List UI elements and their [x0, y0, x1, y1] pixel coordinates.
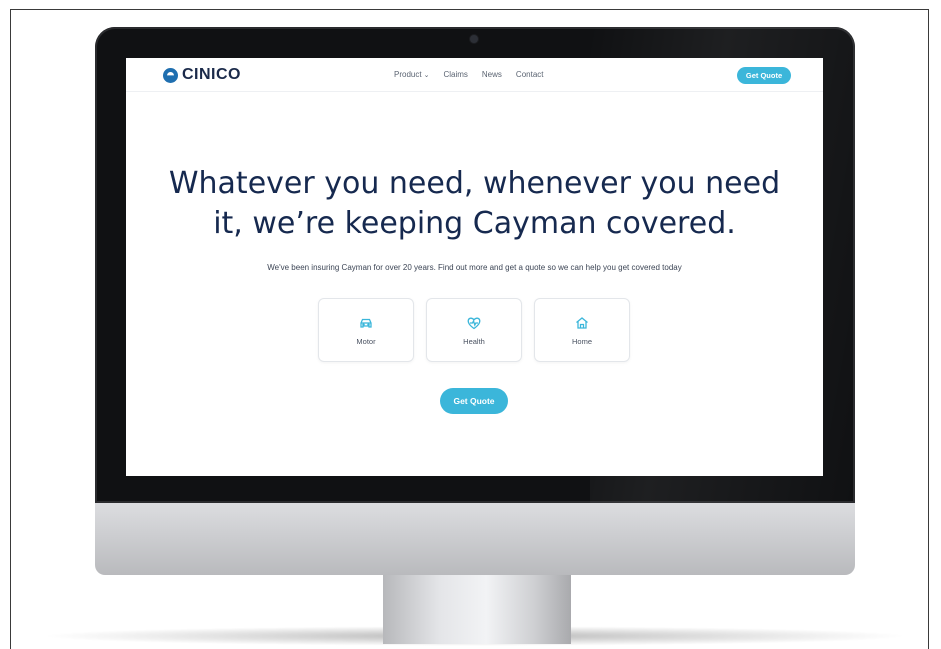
main-menu: Product ⌄ Claims News Contact — [394, 70, 544, 79]
product-cards: Motor Health Home — [318, 298, 630, 362]
chevron-down-icon: ⌄ — [423, 72, 430, 79]
hero-title: Whatever you need, whenever you need it,… — [126, 164, 823, 244]
product-card-label: Home — [571, 336, 592, 346]
monitor-stand — [383, 575, 571, 644]
hero-title-line2: it, we’re keeping Cayman covered. — [213, 206, 736, 241]
brand-logo[interactable]: CINICO — [163, 66, 241, 84]
house-icon — [576, 316, 588, 329]
hero-title-line1: Whatever you need, whenever you need — [168, 166, 781, 201]
monitor-chin — [95, 503, 855, 575]
product-card-home[interactable]: Home — [534, 298, 630, 362]
product-card-health[interactable]: Health — [426, 298, 522, 362]
car-icon — [360, 318, 372, 328]
nav-get-quote-button[interactable]: Get Quote — [737, 67, 791, 84]
heart-pulse-icon — [467, 317, 481, 329]
nav-item-label: Product — [394, 70, 422, 79]
camera-icon — [470, 35, 478, 43]
product-card-label: Motor — [356, 336, 376, 346]
hero-subtitle: We've been insuring Cayman for over 20 y… — [267, 263, 682, 272]
brand-name: CINICO — [182, 66, 241, 83]
nav-item-claims[interactable]: Claims — [443, 70, 467, 79]
product-card-motor[interactable]: Motor — [318, 298, 414, 362]
product-card-label: Health — [463, 336, 485, 346]
get-quote-button[interactable]: Get Quote — [440, 388, 508, 414]
nav-item-product[interactable]: Product ⌄ — [394, 70, 429, 79]
logo-mark-icon — [163, 67, 178, 83]
top-navigation: CINICO Product ⌄ Claims News Contact Get … — [126, 58, 823, 92]
nav-item-news[interactable]: News — [482, 70, 502, 79]
website-screen: CINICO Product ⌄ Claims News Contact Get … — [126, 58, 823, 476]
nav-item-contact[interactable]: Contact — [516, 70, 544, 79]
